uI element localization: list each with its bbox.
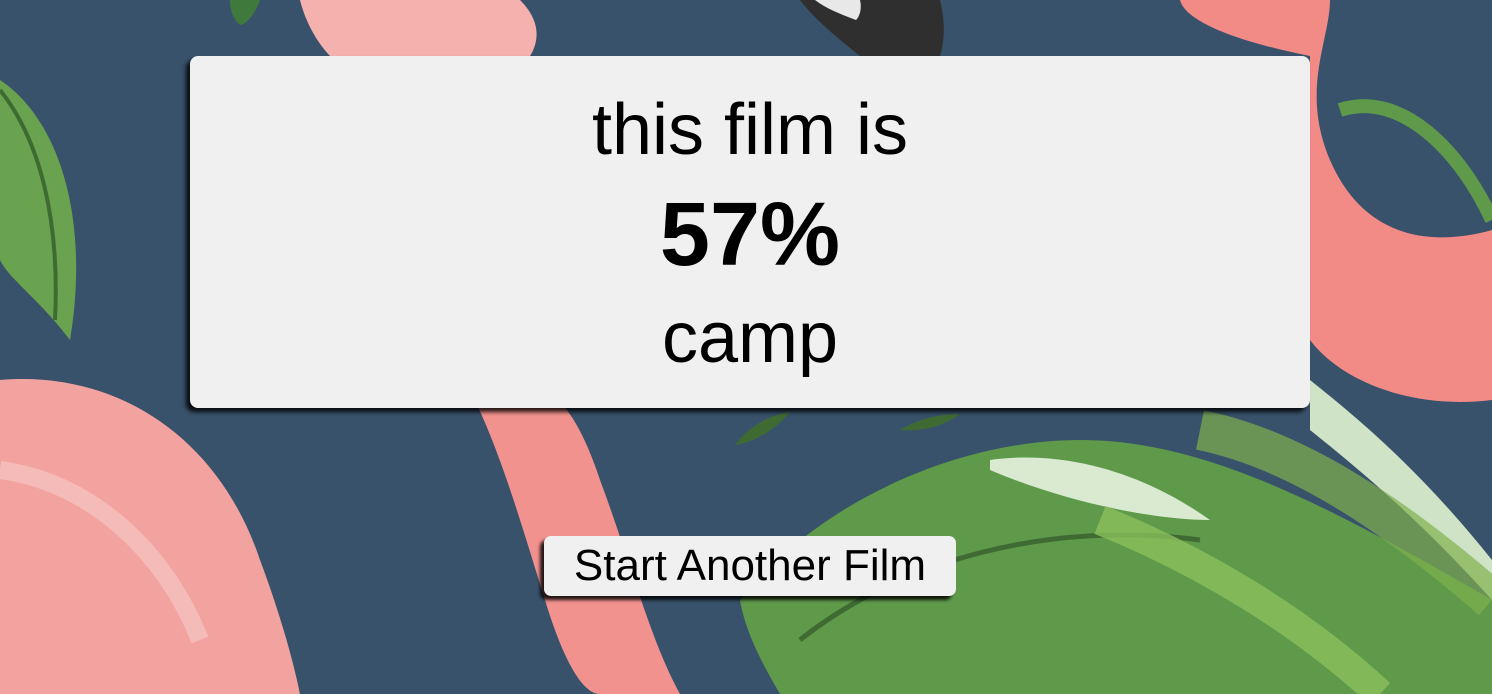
start-another-film-button[interactable]: Start Another Film [544,536,956,596]
camp-percentage: 57% [659,185,841,285]
result-label-text: camp [661,298,839,378]
result-intro-text: this film is [591,90,909,170]
result-card: this film is 57% camp [190,56,1310,408]
page-stage: this film is 57% camp Start Another Film [0,0,1492,694]
